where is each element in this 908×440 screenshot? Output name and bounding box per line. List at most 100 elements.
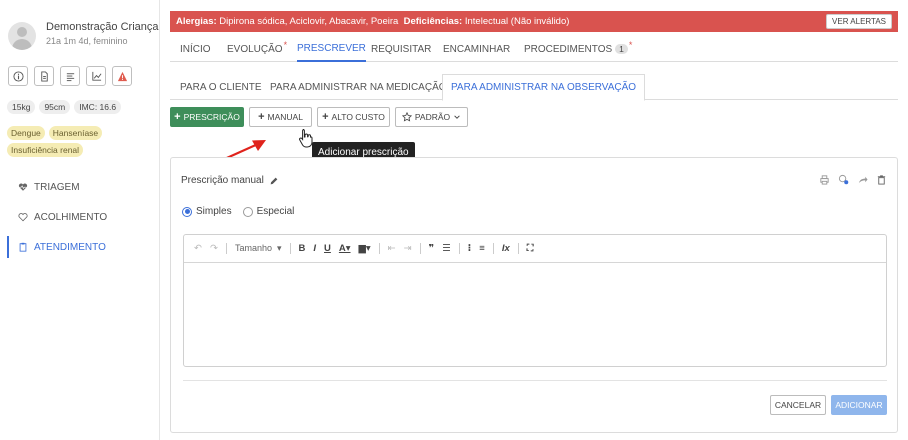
tab-label: INÍCIO bbox=[180, 43, 211, 55]
heart-pulse-icon bbox=[18, 183, 28, 191]
prescription-panel: Prescrição manual Simples Especial ↶ ↷ T… bbox=[170, 157, 898, 433]
sidebar-item-label: TRIAGEM bbox=[34, 181, 80, 193]
avatar bbox=[8, 22, 36, 50]
maximize-icon[interactable]: ⛶ bbox=[527, 243, 534, 254]
rich-text-editor: ↶ ↷ Tamanho ▾ B I U A▾ ▆▾ ⇤ ⇥ ❞ ☰ ⁝ ≡ Ix… bbox=[183, 234, 887, 367]
measurements: 15kg 95cm IMC: 16.6 bbox=[7, 100, 122, 114]
radio-simples[interactable] bbox=[182, 206, 192, 217]
outdent-icon[interactable]: ⇤ bbox=[388, 243, 396, 254]
blockquote-icon[interactable]: ❞ bbox=[429, 243, 435, 254]
tab-label: PARA ADMINISTRAR NA MEDICAÇÃO bbox=[270, 81, 447, 93]
manual-button[interactable]: + MANUAL bbox=[249, 107, 312, 127]
diagnosis-chip: Insuficiência renal bbox=[7, 143, 84, 157]
tab-para-administrar-medicacao[interactable]: PARA ADMINISTRAR NA MEDICAÇÃO bbox=[268, 74, 449, 100]
star-icon bbox=[401, 112, 412, 122]
tab-label: PROCEDIMENTOS bbox=[524, 43, 613, 55]
tab-label: PARA ADMINISTRAR NA OBSERVAÇÃO bbox=[451, 82, 637, 93]
add-button[interactable]: ADICIONAR bbox=[831, 395, 887, 415]
tab-inicio[interactable]: INÍCIO bbox=[180, 36, 211, 62]
tab-label: PRESCREVER bbox=[297, 42, 366, 54]
radio-especial-label: Especial bbox=[256, 206, 295, 217]
sidebar-item-triagem[interactable]: TRIAGEM bbox=[0, 172, 160, 202]
panel-title-text: Prescrição manual bbox=[181, 175, 264, 186]
sidebar-item-acolhimento[interactable]: ACOLHIMENTO bbox=[0, 202, 160, 232]
count-badge: 1 bbox=[615, 44, 628, 54]
numbered-list-icon[interactable]: ≡ bbox=[479, 243, 485, 254]
print-icon[interactable] bbox=[819, 174, 830, 185]
prescription-type: Simples Especial bbox=[182, 206, 294, 217]
line-chart-icon bbox=[91, 71, 101, 81]
info-button[interactable] bbox=[8, 66, 28, 86]
bmi-chip: IMC: 16.6 bbox=[74, 100, 122, 114]
horizontal-rule-icon[interactable]: ☰ bbox=[442, 243, 451, 254]
plus-icon: + bbox=[174, 110, 181, 123]
deficiencies-value: Intelectual (Não inválido) bbox=[464, 16, 570, 27]
clipboard-icon bbox=[19, 242, 27, 252]
background-color-icon[interactable]: ▆▾ bbox=[359, 243, 371, 254]
sidebar: Demonstração Criança 21a 1m 4d, feminino… bbox=[0, 0, 160, 440]
warning-button[interactable] bbox=[112, 66, 132, 86]
alto-custo-button[interactable]: + ALTO CUSTO bbox=[317, 107, 390, 127]
allergies-label: Alergias: bbox=[176, 16, 217, 27]
trash-icon[interactable] bbox=[876, 174, 887, 185]
button-label: ALTO CUSTO bbox=[331, 112, 385, 122]
required-marker: * bbox=[283, 40, 288, 50]
sidebar-item-label: ACOLHIMENTO bbox=[34, 211, 108, 223]
alert-bar: Alergias: Dipirona sódica, Aciclovir, Ab… bbox=[170, 11, 898, 32]
view-alerts-button[interactable]: VER ALERTAS bbox=[826, 14, 892, 29]
tab-prescrever[interactable]: PRESCREVER bbox=[297, 36, 366, 62]
tab-para-administrar-observacao[interactable]: PARA ADMINISTRAR NA OBSERVAÇÃO bbox=[442, 74, 646, 101]
chevron-down-icon bbox=[454, 115, 460, 119]
sidebar-item-atendimento[interactable]: ATENDIMENTO bbox=[0, 232, 160, 262]
padrao-dropdown-button[interactable]: PADRÃO bbox=[395, 107, 468, 127]
button-label: PRESCRIÇÃO bbox=[183, 112, 240, 122]
tab-requisitar[interactable]: REQUISITAR bbox=[371, 36, 431, 62]
italic-icon[interactable]: I bbox=[313, 243, 316, 254]
undo-icon[interactable]: ↶ bbox=[194, 243, 202, 254]
document-icon bbox=[40, 70, 48, 82]
editor-content[interactable] bbox=[184, 263, 886, 367]
diagnoses: Dengue Hanseníase Insuficiência renal bbox=[7, 126, 157, 157]
heart-icon bbox=[18, 213, 28, 222]
tab-encaminhar[interactable]: ENCAMINHAR bbox=[443, 36, 510, 62]
clear-format-icon[interactable]: Ix bbox=[502, 243, 510, 254]
chart-button[interactable] bbox=[86, 66, 106, 86]
tab-label: PARA O CLIENTE bbox=[180, 81, 262, 93]
button-label: MANUAL bbox=[267, 112, 303, 122]
allergies-value: Dipirona sódica, Aciclovir, Abacavir, Po… bbox=[219, 16, 399, 27]
bold-icon[interactable]: B bbox=[299, 243, 306, 254]
patient-header: Demonstração Criança 21a 1m 4d, feminino bbox=[8, 18, 159, 58]
text-color-icon[interactable]: A▾ bbox=[339, 243, 351, 254]
tab-procedimentos[interactable]: PROCEDIMENTOS 1 * bbox=[524, 36, 632, 62]
warning-icon bbox=[117, 71, 127, 81]
patient-info: 21a 1m 4d, feminino bbox=[46, 36, 128, 46]
document-button[interactable] bbox=[34, 66, 54, 86]
tab-label: ENCAMINHAR bbox=[443, 43, 511, 55]
underline-icon[interactable]: U bbox=[324, 243, 331, 254]
cancel-button[interactable]: CANCELAR bbox=[770, 395, 826, 415]
sub-tabs: PARA O CLIENTE PARA ADMINISTRAR NA MEDIC… bbox=[170, 74, 898, 101]
radio-simples-label: Simples bbox=[196, 206, 232, 217]
plus-icon: + bbox=[322, 110, 329, 123]
settings-icon[interactable] bbox=[838, 174, 849, 185]
radio-especial[interactable] bbox=[242, 206, 253, 217]
redo-icon[interactable]: ↷ bbox=[210, 243, 218, 254]
share-arrow-icon[interactable] bbox=[857, 174, 868, 185]
sidebar-item-label: ATENDIMENTO bbox=[34, 241, 106, 253]
tab-para-o-cliente[interactable]: PARA O CLIENTE bbox=[178, 74, 264, 100]
text-lines-icon bbox=[66, 72, 74, 81]
font-size-select[interactable]: Tamanho ▾ bbox=[235, 243, 282, 254]
sidebar-nav: TRIAGEM ACOLHIMENTO ATENDIMENTO bbox=[0, 172, 160, 262]
tab-evolucao[interactable]: EVOLUÇÃO * bbox=[227, 36, 287, 62]
font-size-label: Tamanho bbox=[234, 243, 272, 253]
indent-icon[interactable]: ⇥ bbox=[404, 243, 412, 254]
bulleted-list-icon[interactable]: ⁝ bbox=[468, 243, 472, 254]
diagnosis-chip: Hanseníase bbox=[48, 126, 103, 140]
diagnosis-chip: Dengue bbox=[7, 126, 45, 140]
divider bbox=[183, 380, 887, 381]
text-lines-button[interactable] bbox=[60, 66, 80, 86]
panel-tools bbox=[819, 174, 887, 185]
add-prescription-button[interactable]: + PRESCRIÇÃO bbox=[170, 107, 244, 127]
pencil-icon[interactable] bbox=[269, 176, 279, 186]
editor-toolbar: ↶ ↷ Tamanho ▾ B I U A▾ ▆▾ ⇤ ⇥ ❞ ☰ ⁝ ≡ Ix… bbox=[184, 235, 886, 263]
